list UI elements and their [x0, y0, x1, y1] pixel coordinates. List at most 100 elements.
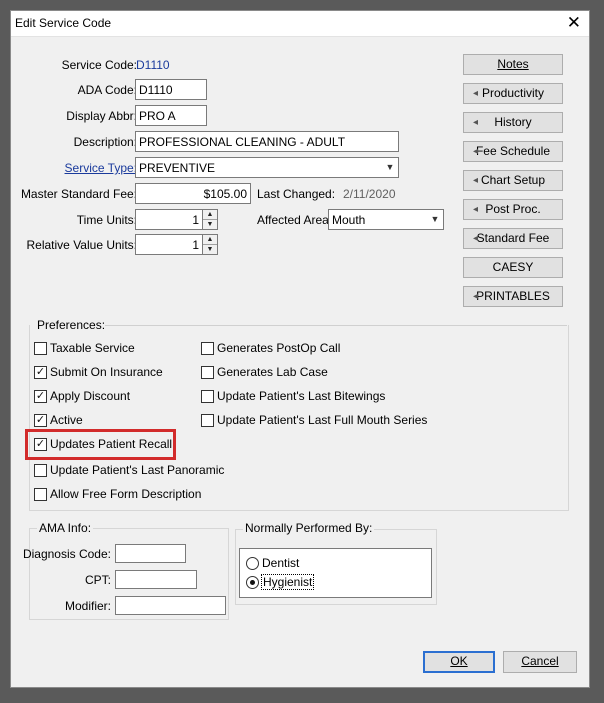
- checkbox-label: Update Patient's Last Bitewings: [217, 389, 386, 403]
- window-title: Edit Service Code: [15, 16, 112, 30]
- productivity-button-label: Productivity: [481, 86, 545, 100]
- history-button-label: History: [494, 115, 532, 129]
- fee-schedule-button[interactable]: ◂ Fee Schedule: [463, 141, 563, 162]
- service-code-value: D1110: [136, 58, 170, 72]
- chevron-down-icon: ▼: [430, 214, 440, 224]
- checkbox-box: [34, 487, 47, 501]
- description-input[interactable]: PROFESSIONAL CLEANING - ADULT: [135, 131, 399, 152]
- rvu-spinner[interactable]: ▲ ▼: [202, 234, 218, 255]
- taxable-service-checkbox[interactable]: Taxable Service: [34, 341, 135, 355]
- checkbox-box: [201, 413, 214, 427]
- rvu-input[interactable]: 1: [135, 234, 203, 255]
- ama-info-label: AMA Info:: [37, 521, 94, 535]
- post-proc-button[interactable]: ◂ Post Proc.: [463, 199, 563, 220]
- arrow-left-icon: ◂: [473, 146, 479, 157]
- service-type-link[interactable]: Service Type:: [65, 161, 137, 175]
- checkbox-label: Apply Discount: [50, 389, 131, 403]
- modifier-input[interactable]: [115, 596, 226, 615]
- affected-area-value: Mouth: [332, 213, 366, 227]
- chevron-down-icon: ▼: [385, 162, 395, 172]
- display-abbr-input[interactable]: PRO A: [135, 105, 207, 126]
- ada-code-label: ADA Code:: [77, 83, 137, 97]
- spin-down-icon[interactable]: ▼: [203, 219, 217, 228]
- chart-setup-button[interactable]: ◂ Chart Setup: [463, 170, 563, 191]
- diagnosis-code-label: Diagnosis Code:: [22, 547, 111, 561]
- title-bar: Edit Service Code ✕: [11, 11, 589, 37]
- fee-schedule-button-label: Fee Schedule: [475, 144, 551, 158]
- service-code-label: Service Code:: [61, 58, 137, 72]
- ok-button[interactable]: OK: [423, 651, 495, 673]
- notes-button-label: Notes: [497, 57, 529, 71]
- update-last-bitewings-checkbox[interactable]: Update Patient's Last Bitewings: [201, 389, 385, 403]
- submit-on-insurance-checkbox[interactable]: ✓ Submit On Insurance: [34, 365, 163, 379]
- printables-button[interactable]: ◂ PRINTABLES: [463, 286, 563, 307]
- arrow-left-icon: ◂: [473, 204, 479, 215]
- chart-setup-button-label: Chart Setup: [480, 173, 546, 187]
- dentist-radio[interactable]: Dentist: [246, 556, 299, 570]
- last-changed-value: 2/11/2020: [343, 187, 396, 201]
- arrow-left-icon: ◂: [473, 88, 479, 99]
- generates-postop-call-checkbox[interactable]: Generates PostOp Call: [201, 341, 340, 355]
- checkbox-box: [201, 389, 214, 403]
- checkbox-label: Updates Patient Recall: [50, 437, 173, 451]
- arrow-left-icon: ◂: [473, 175, 479, 186]
- check-icon: ✓: [34, 413, 47, 427]
- arrow-left-icon: ◂: [473, 233, 479, 244]
- caesy-button-label: CAESY: [492, 260, 534, 274]
- service-type-value: PREVENTIVE: [139, 161, 216, 175]
- ada-code-input[interactable]: D1110: [135, 79, 207, 100]
- checkbox-label: Generates PostOp Call: [217, 341, 341, 355]
- arrow-left-icon: ◂: [473, 117, 479, 128]
- checkbox-label: Allow Free Form Description: [50, 487, 202, 501]
- productivity-button[interactable]: ◂ Productivity: [463, 83, 563, 104]
- master-fee-input[interactable]: $105.00: [135, 183, 251, 204]
- generates-lab-case-checkbox[interactable]: Generates Lab Case: [201, 365, 328, 379]
- affected-area-select[interactable]: Mouth ▼: [328, 209, 444, 230]
- notes-button[interactable]: Notes: [463, 54, 563, 75]
- close-icon[interactable]: ✕: [567, 13, 581, 33]
- checkbox-label: Update Patient's Last Panoramic: [50, 463, 225, 477]
- checkbox-box: [201, 365, 214, 379]
- post-proc-button-label: Post Proc.: [485, 202, 541, 216]
- cancel-button[interactable]: Cancel: [503, 651, 577, 673]
- history-button[interactable]: ◂ History: [463, 112, 563, 133]
- update-last-panoramic-checkbox[interactable]: Update Patient's Last Panoramic: [34, 463, 224, 477]
- standard-fee-button-label: Standard Fee: [476, 231, 550, 245]
- performed-by-label: Normally Performed By:: [243, 521, 375, 535]
- update-last-fms-checkbox[interactable]: Update Patient's Last Full Mouth Series: [201, 413, 427, 427]
- spin-up-icon[interactable]: ▲: [203, 235, 217, 244]
- last-changed-label: Last Changed:: [257, 187, 336, 201]
- spin-down-icon[interactable]: ▼: [203, 244, 217, 253]
- radio-label: Hygienist: [260, 574, 315, 590]
- description-label: Description:: [73, 135, 137, 149]
- checkbox-box: [34, 341, 47, 355]
- check-icon: ✓: [34, 437, 47, 451]
- display-abbr-label: Display Abbr:: [66, 109, 137, 123]
- hygienist-radio[interactable]: Hygienist: [246, 574, 315, 590]
- checkbox-label: Taxable Service: [50, 341, 135, 355]
- radio-label: Dentist: [262, 556, 300, 570]
- allow-free-form-description-checkbox[interactable]: Allow Free Form Description: [34, 487, 201, 501]
- radio-circle: [246, 556, 259, 570]
- standard-fee-button[interactable]: ◂ Standard Fee: [463, 228, 563, 249]
- checkbox-label: Update Patient's Last Full Mouth Series: [217, 413, 428, 427]
- diagnosis-code-input[interactable]: [115, 544, 186, 563]
- time-units-spinner[interactable]: ▲ ▼: [202, 209, 218, 230]
- checkbox-box: [201, 341, 214, 355]
- updates-patient-recall-checkbox[interactable]: ✓ Updates Patient Recall: [34, 437, 172, 451]
- apply-discount-checkbox[interactable]: ✓ Apply Discount: [34, 389, 130, 403]
- spin-up-icon[interactable]: ▲: [203, 210, 217, 219]
- active-checkbox[interactable]: ✓ Active: [34, 413, 83, 427]
- caesy-button[interactable]: CAESY: [463, 257, 563, 278]
- modifier-label: Modifier:: [64, 599, 111, 613]
- time-units-input[interactable]: 1: [135, 209, 203, 230]
- edit-service-code-dialog: Edit Service Code ✕ Service Code: D1110 …: [10, 10, 590, 688]
- cancel-button-label: Cancel: [521, 654, 559, 668]
- service-type-select[interactable]: PREVENTIVE ▼: [135, 157, 399, 178]
- cpt-input[interactable]: [115, 570, 197, 589]
- checkbox-label: Active: [50, 413, 83, 427]
- arrow-left-icon: ◂: [473, 291, 479, 302]
- time-units-label: Time Units:: [76, 213, 137, 227]
- check-icon: ✓: [34, 365, 47, 379]
- checkbox-box: [34, 463, 47, 477]
